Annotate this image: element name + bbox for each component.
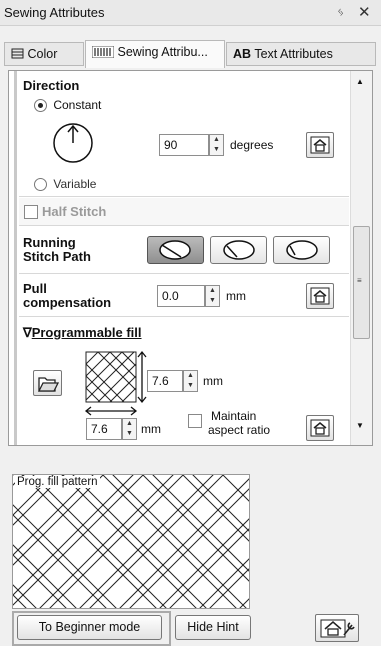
pull-compensation-label-line2: compensation [23,295,112,310]
tab-text-label: Text Attributes [254,47,333,61]
stitch-path-option-3[interactable] [273,236,330,264]
title-bar: Sewing Attributes ᛃ ✕ [0,0,381,26]
variable-radio[interactable] [34,178,47,192]
fill-pattern-hint-image [13,475,249,608]
home-icon [310,287,330,305]
pull-compensation-input[interactable]: 0.0 [157,285,205,307]
fill-width-spinner[interactable] [122,418,137,440]
tab-sewing-label: Sewing Attribu... [117,45,208,59]
pull-compensation-label: Pull compensation [23,282,111,310]
tab-sewing-attributes[interactable]: Sewing Attribu... [85,40,225,68]
maintain-aspect-label: Maintain aspect ratio [208,409,270,437]
direction-angle-spinner[interactable] [209,134,224,156]
beginner-mode-button[interactable]: To Beginner mode [17,615,162,640]
fill-width-input[interactable]: 7.6 [86,418,122,440]
hint-preview: Prog. fill pattern [12,474,250,609]
pull-compensation-unit: mm [226,289,246,303]
tab-color-label: Color [27,47,58,61]
attributes-panel: Direction Constant 90 degrees Variable H [8,70,373,446]
pull-compensation-spinner[interactable] [205,285,220,307]
constant-label: Constant [53,98,102,112]
scroll-down-icon[interactable]: ▼ [356,421,364,430]
programmable-fill-section: ∇Programmable fill 7.6 ▲ ▼ mm 7.6 ▲ ▼ mm… [19,318,349,441]
variable-label: Variable [53,177,97,191]
half-stitch-checkbox[interactable] [24,205,38,219]
stitch-path-2-icon [223,240,255,260]
fill-width-unit: mm [141,422,161,436]
constant-radio[interactable] [34,99,47,113]
home-settings-button[interactable] [315,614,359,642]
stitch-path-option-1[interactable] [147,236,204,264]
fill-default-button[interactable] [306,415,334,441]
stitch-path-3-icon [286,240,318,260]
maintain-aspect-line2: aspect ratio [208,423,271,437]
home-icon [310,136,330,154]
running-stitch-label-line1: Running [23,235,76,250]
fill-height-input[interactable]: 7.6 [147,370,183,392]
vertical-scrollbar[interactable]: ▲ ≡ ▼ [350,71,372,445]
pull-compensation-default-button[interactable] [306,283,334,309]
home-icon [310,419,330,437]
window-title: Sewing Attributes [4,5,105,20]
panel-left-bar [14,71,17,445]
hide-hint-button[interactable]: Hide Hint [175,615,251,640]
direction-unit-label: degrees [230,138,274,152]
fill-height-spinner[interactable] [183,370,198,392]
programmable-fill-title: Programmable fill [31,325,142,340]
half-stitch-section: Half Stitch [19,198,349,226]
direction-default-button[interactable] [306,132,334,158]
direction-constant-option[interactable]: Constant [34,98,102,113]
tab-text-attributes[interactable]: AB Text Attributes [226,42,376,66]
half-stitch-label: Half Stitch [42,204,107,219]
close-icon[interactable]: ✕ [358,3,371,21]
direction-heading: Direction [23,78,80,93]
home-wrench-icon [320,619,355,638]
stitch-path-option-2[interactable] [210,236,267,264]
color-icon [11,48,24,59]
direction-angle-input[interactable]: 90 [159,134,209,156]
pull-compensation-label-line1: Pull [23,281,47,296]
direction-section: Direction Constant 90 degrees Variable [19,71,349,197]
tab-bar: Color Sewing Attribu... AB Text Attribut… [0,26,381,70]
stitch-path-1-icon [159,240,191,260]
direction-variable-option[interactable]: Variable [34,177,97,192]
open-pattern-button[interactable] [33,370,62,396]
fill-height-unit: mm [203,374,223,388]
maintain-aspect-checkbox[interactable] [188,414,202,428]
direction-dial-icon[interactable] [51,121,95,165]
folder-open-icon [37,377,60,392]
sewing-icon [91,45,115,59]
pull-compensation-section: Pull compensation 0.0 mm [19,275,349,317]
collapse-arrow-icon: ∇ [23,325,32,340]
hint-label: Prog. fill pattern [15,476,100,488]
scroll-grip-icon: ≡ [357,276,362,285]
running-stitch-label: Running Stitch Path [23,236,91,264]
text-icon: AB [233,47,252,61]
running-stitch-section: Running Stitch Path [19,227,349,274]
tab-color[interactable]: Color [4,42,84,66]
maintain-aspect-line1: Maintain [211,409,257,423]
scroll-up-icon[interactable]: ▲ [356,77,364,86]
programmable-fill-heading[interactable]: ∇Programmable fill [23,325,142,341]
pin-icon[interactable]: ᛃ [337,5,344,19]
running-stitch-label-line2: Stitch Path [23,249,91,264]
